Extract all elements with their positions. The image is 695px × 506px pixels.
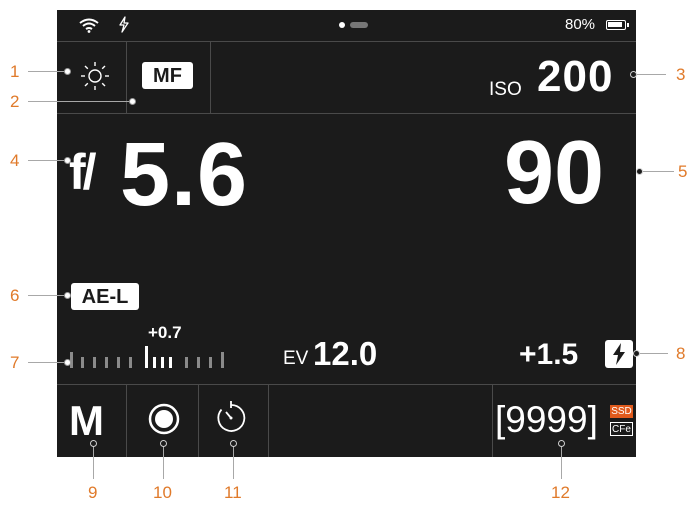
callout-4: 4 (10, 151, 20, 170)
battery-icon (606, 20, 629, 30)
page-dot-inactive (350, 22, 368, 28)
callout-1: 1 (10, 62, 20, 81)
shooting-mode[interactable]: M (69, 397, 104, 445)
shots-remaining: [9999] (495, 399, 598, 440)
callout-11: 11 (224, 483, 242, 502)
ae-lock-badge[interactable]: AE-L (71, 283, 139, 310)
callout-5: 5 (678, 162, 688, 181)
callout-6: 6 (10, 286, 20, 305)
sun-icon[interactable] (80, 61, 110, 91)
battery-fill (608, 22, 623, 27)
callout-12: 12 (551, 483, 570, 502)
iso-label: ISO (489, 79, 522, 100)
self-timer-icon[interactable] (215, 400, 247, 436)
shutter-value[interactable]: 90 (504, 122, 604, 225)
focus-mode-label: MF (153, 65, 182, 87)
callout-3: 3 (676, 65, 686, 84)
page-indicator (339, 22, 369, 28)
ev-label: EV (283, 348, 309, 369)
flash-icon[interactable] (605, 340, 633, 368)
ev-value: 12.0 (313, 335, 378, 372)
flash-comp-value[interactable]: +1.5 (519, 338, 578, 372)
exposure-scale[interactable] (67, 343, 232, 369)
iso-value[interactable]: 200 (537, 52, 613, 102)
callout-8: 8 (676, 344, 686, 363)
aperture-prefix: f/ (69, 144, 96, 200)
callout-7: 7 (10, 353, 20, 372)
storage-badge-ssd: SSD (610, 405, 633, 418)
record-icon[interactable] (148, 403, 180, 435)
callout-9: 9 (88, 483, 98, 502)
page-dot-active (339, 22, 345, 28)
battery-percent: 80% (565, 16, 596, 33)
callout-2: 2 (10, 92, 20, 111)
focus-mode-badge[interactable]: MF (142, 62, 193, 89)
callout-10: 10 (153, 483, 172, 502)
camera-display: 80% MF ISO 200 f/ 5.6 90 AE-L +0.7 EV 12… (57, 10, 636, 457)
lightning-icon (119, 16, 129, 33)
exposure-comp-value: +0.7 (148, 323, 182, 342)
storage-badge-cfe: CFe (610, 422, 633, 436)
ae-lock-label: AE-L (81, 286, 129, 308)
wifi-icon (79, 18, 99, 33)
aperture-value[interactable]: 5.6 (120, 124, 248, 227)
